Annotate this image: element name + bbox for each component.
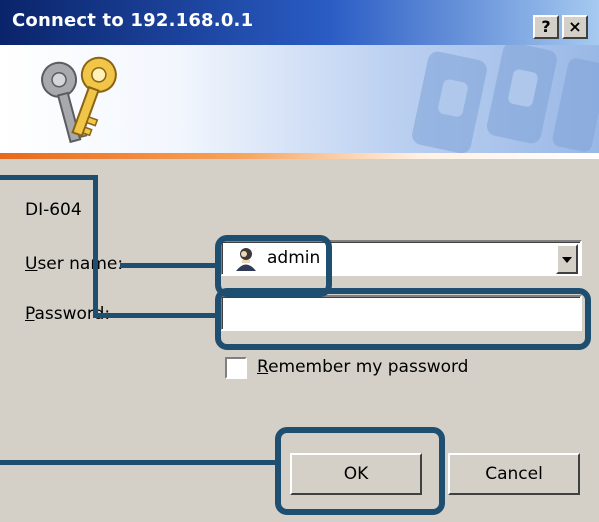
user-icon [236, 248, 256, 271]
close-icon: × [568, 17, 582, 36]
realm-label: DI-604 [25, 200, 82, 220]
remember-accel-key: R [257, 357, 269, 377]
title-bar: Connect to 192.168.0.1 ? × [0, 0, 599, 45]
username-callout-line [120, 263, 217, 268]
username-label: User name: [25, 254, 123, 274]
password-callout-line-top [0, 175, 98, 180]
username-label-text: ser name: [37, 254, 124, 274]
window-title: Connect to 192.168.0.1 [12, 10, 254, 31]
username-dropdown-button[interactable] [556, 244, 578, 274]
cancel-button[interactable]: Cancel [448, 453, 580, 495]
remember-password-checkbox[interactable] [225, 357, 247, 379]
help-icon: ? [541, 17, 551, 36]
username-accel-key: U [25, 254, 38, 274]
ok-callout-line [0, 460, 277, 465]
password-label-text: assword: [34, 304, 111, 324]
password-callout-line-bottom [93, 313, 217, 318]
username-combobox[interactable]: admin [220, 240, 582, 276]
banner [0, 45, 599, 153]
login-dialog: Connect to 192.168.0.1 ? × DI-604 User n… [0, 0, 599, 522]
password-accel-key: P [25, 304, 35, 324]
remember-label-text: emember my password [268, 357, 469, 377]
password-callout-line-vertical [93, 175, 98, 318]
chevron-down-icon [562, 257, 572, 263]
username-value: admin [267, 248, 321, 268]
remember-password-label[interactable]: Remember my password [257, 357, 468, 377]
banner-accent-line [0, 153, 599, 159]
ok-button[interactable]: OK [290, 453, 422, 495]
keys-icon [41, 56, 117, 144]
close-button[interactable]: × [562, 15, 588, 39]
help-button[interactable]: ? [533, 15, 559, 39]
password-label: Password: [25, 304, 110, 324]
password-field[interactable] [220, 295, 582, 331]
